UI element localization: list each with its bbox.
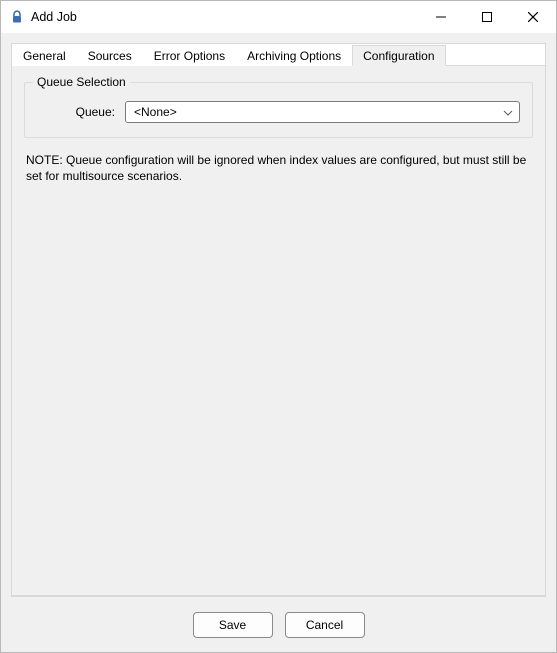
- minimize-button[interactable]: [418, 1, 464, 33]
- tab-error-options[interactable]: Error Options: [143, 45, 236, 66]
- lock-icon: [9, 9, 25, 25]
- save-button[interactable]: Save: [193, 612, 273, 638]
- note-text: NOTE: Queue configuration will be ignore…: [24, 152, 533, 184]
- close-button[interactable]: [510, 1, 556, 33]
- tab-archiving-options[interactable]: Archiving Options: [236, 45, 352, 66]
- add-job-window: Add Job General Sources Error Options Ar…: [0, 0, 557, 653]
- tab-general[interactable]: General: [12, 45, 77, 66]
- window-title: Add Job: [31, 10, 77, 24]
- window-controls: [418, 1, 556, 33]
- tab-configuration[interactable]: Configuration: [352, 45, 445, 66]
- client-area: General Sources Error Options Archiving …: [1, 33, 556, 652]
- titlebar: Add Job: [1, 1, 556, 33]
- dialog-footer: Save Cancel: [11, 596, 546, 652]
- tab-panel-configuration: Queue Selection Queue: <None> NOTE: Queu…: [11, 66, 546, 596]
- queue-row: Queue: <None>: [37, 97, 520, 123]
- queue-value: <None>: [134, 105, 177, 119]
- maximize-button[interactable]: [464, 1, 510, 33]
- chevron-down-icon: [503, 105, 513, 119]
- tabstrip: General Sources Error Options Archiving …: [11, 43, 546, 66]
- queue-combobox[interactable]: <None>: [125, 101, 520, 123]
- cancel-button[interactable]: Cancel: [285, 612, 365, 638]
- queue-label: Queue:: [55, 105, 115, 119]
- tab-sources[interactable]: Sources: [77, 45, 143, 66]
- queue-selection-group: Queue Selection Queue: <None>: [24, 82, 533, 138]
- group-legend: Queue Selection: [33, 75, 130, 89]
